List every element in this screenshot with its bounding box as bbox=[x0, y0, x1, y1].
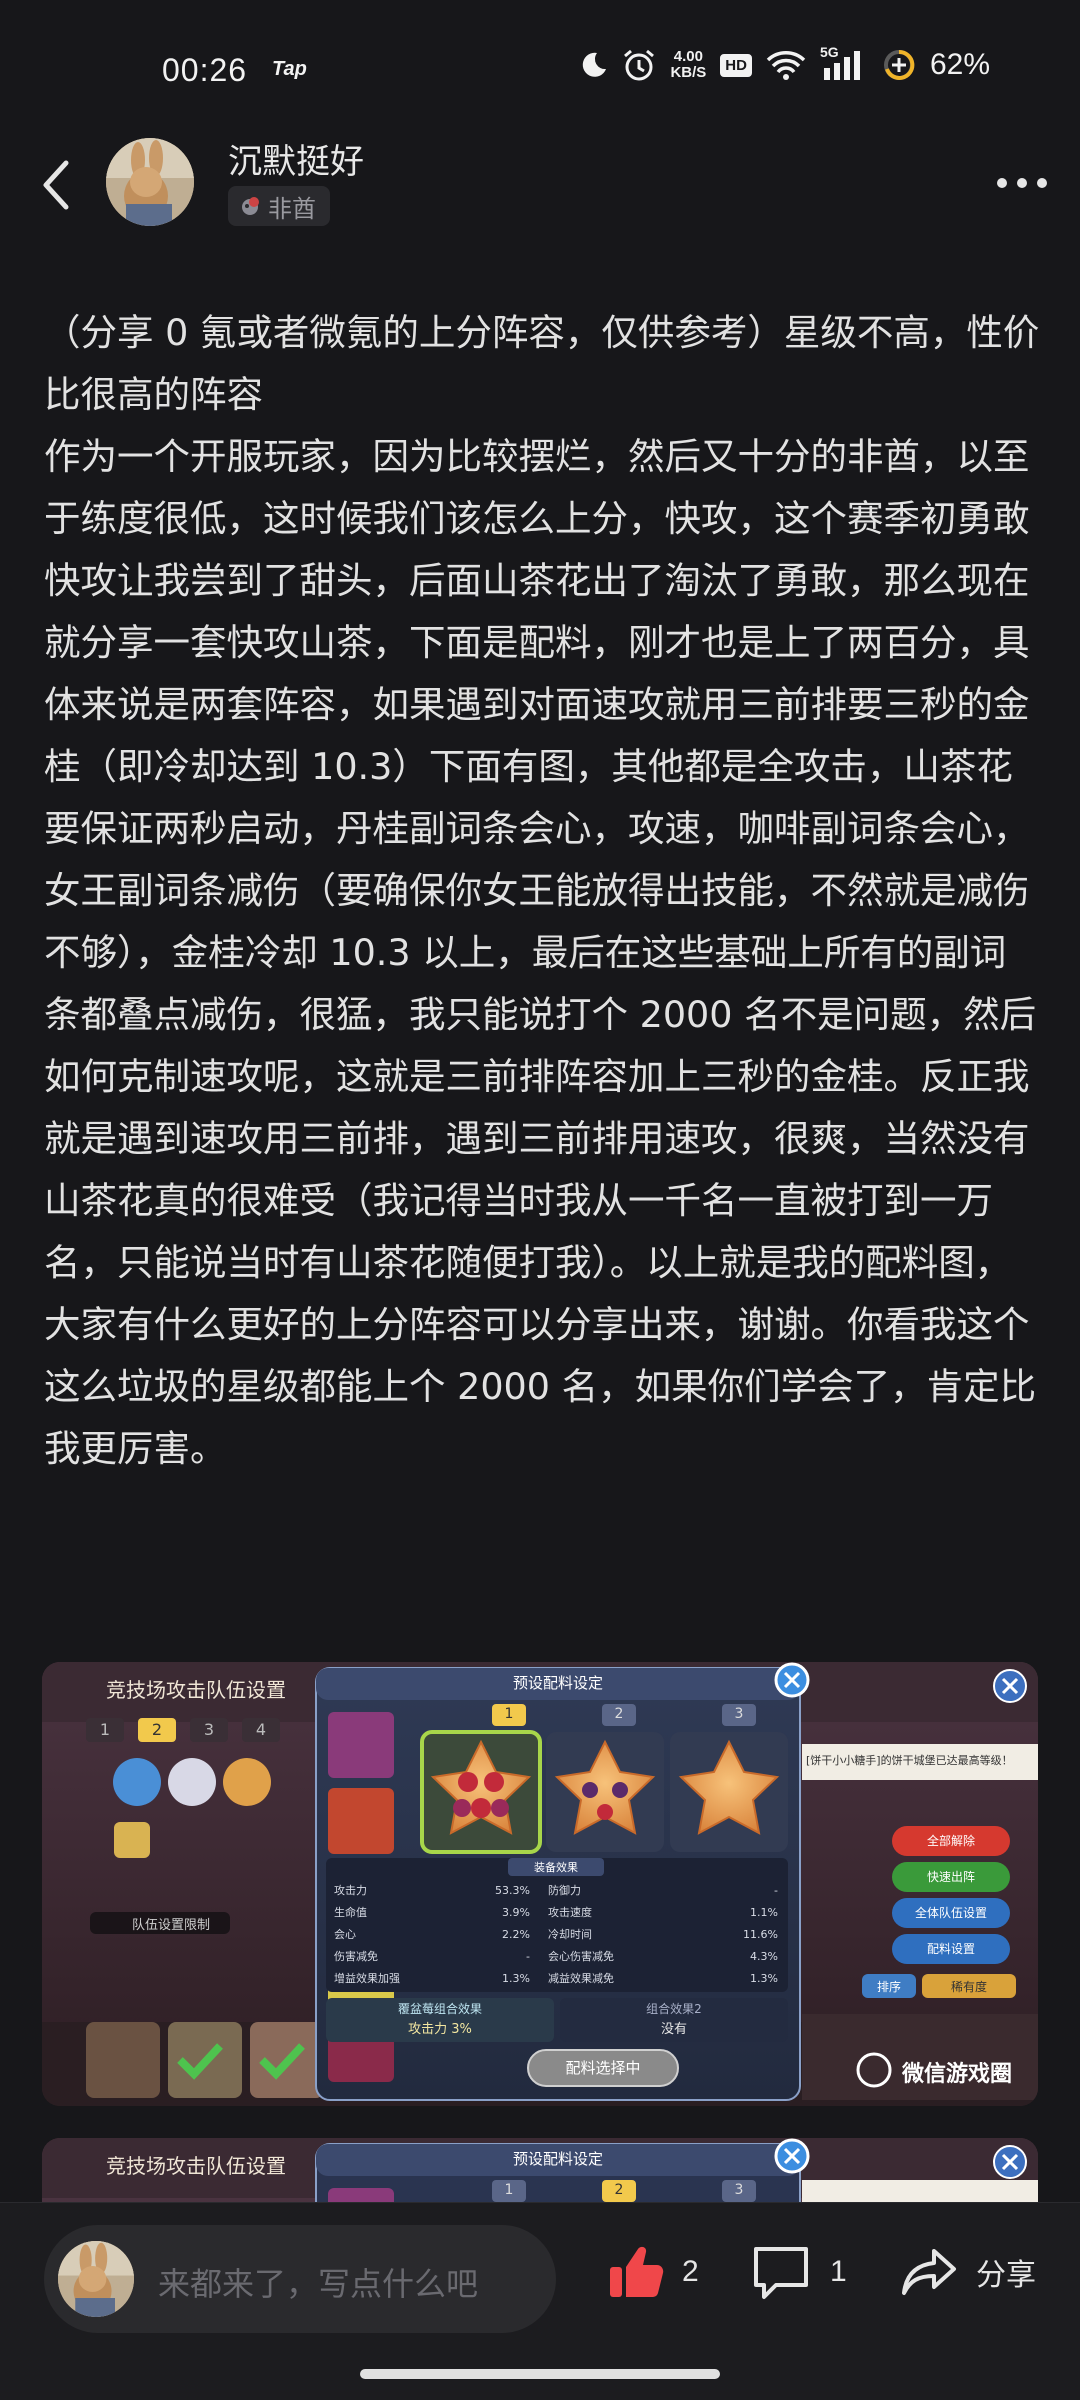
stat-row: 会心 2.2% 冷却时间 11.6% bbox=[334, 1928, 778, 1941]
thumbs-up-icon bbox=[610, 2246, 664, 2297]
share-icon bbox=[902, 2249, 956, 2295]
combo2-value: 没有 bbox=[660, 2022, 687, 2037]
alarm-icon bbox=[624, 49, 655, 81]
like-count: 2 bbox=[682, 2255, 699, 2288]
moon-icon bbox=[583, 52, 607, 77]
status-bar: 00:26 Tap 4.00 KB/S HD 5G 62% bbox=[0, 0, 1080, 130]
dialog-title: 预设配料设定 bbox=[512, 1674, 603, 1692]
badge-label: 非酋 bbox=[268, 194, 316, 223]
author-name[interactable]: 沉默挺好 bbox=[228, 134, 364, 183]
team-tab-1[interactable]: 1 bbox=[86, 1718, 124, 1742]
watermark: 微信游戏圈 bbox=[902, 2062, 1013, 2087]
battery-icon bbox=[883, 49, 915, 80]
signal-icon: 5G bbox=[820, 44, 868, 82]
team-tab-4[interactable]: 4 bbox=[242, 1718, 280, 1742]
dialog-title: 预设配料设定 bbox=[512, 2150, 603, 2168]
bottom-action-bar: 来都来了，写点什么吧 2 1 分享 bbox=[0, 2202, 1080, 2400]
comment-count: 1 bbox=[830, 2255, 847, 2288]
team-tab-3[interactable]: 3 bbox=[190, 1718, 228, 1742]
battery-level: 62% bbox=[929, 48, 990, 81]
team-limit-label: 队伍设置限制 bbox=[132, 1918, 211, 1933]
effects-title: 装备效果 bbox=[534, 1861, 578, 1874]
unequip-all-button[interactable]: 全部解除 bbox=[892, 1832, 1010, 1849]
stat-row: 伤害减免 - 会心伤害减免 4.3% bbox=[334, 1950, 778, 1963]
slot-tab-1[interactable]: 1 bbox=[492, 1706, 526, 1722]
post-body: （分享 0 氪或者微氪的上分阵容，仅供参考）星级不高，性价比很高的阵容 作为一个… bbox=[44, 311, 1040, 1470]
hd-icon: HD bbox=[720, 53, 752, 77]
home-indicator[interactable] bbox=[360, 2369, 720, 2379]
like-button[interactable]: 2 bbox=[606, 2243, 699, 2301]
share-button[interactable]: 分享 bbox=[900, 2243, 1036, 2301]
author-badge: 非酋 bbox=[228, 186, 330, 226]
status-icons: 4.00 KB/S HD 5G 62% bbox=[578, 44, 990, 82]
back-arrow-icon[interactable] bbox=[36, 155, 76, 215]
slot-tab-1[interactable]: 1 bbox=[492, 2182, 526, 2198]
tap-app-indicator: Tap bbox=[272, 58, 307, 80]
my-avatar bbox=[58, 2241, 134, 2317]
slot-tab-2[interactable]: 2 bbox=[602, 2182, 636, 2198]
post-header: 沉默挺好 非酋 bbox=[0, 130, 1080, 250]
stat-row: 增益效果加强 1.3% 减益效果减免 1.3% bbox=[334, 1972, 778, 1985]
comment-input[interactable]: 来都来了，写点什么吧 bbox=[44, 2225, 556, 2333]
status-time: 00:26 bbox=[162, 52, 248, 88]
network-speed: 4.00 KB/S bbox=[670, 48, 707, 81]
notice-text: [饼干小小糖手]的饼干城堡已达最高等级！ bbox=[806, 1754, 1013, 1767]
share-label: 分享 bbox=[976, 2258, 1036, 2293]
stats-table: 攻击力 53.3% 防御力 - 生命值 3.9% 攻击速度 1.1% 会心 2.2% 冷却时间 1… bbox=[334, 1880, 782, 1990]
combo1-title: 覆盆莓组合效果 bbox=[397, 2002, 482, 2016]
comment-icon bbox=[754, 2247, 808, 2299]
slot-tab-2[interactable]: 2 bbox=[602, 1706, 636, 1722]
sort-button[interactable]: 排序 bbox=[862, 1978, 916, 1995]
select-ingredients-button[interactable]: 配料选择中 bbox=[528, 2057, 678, 2078]
slot-tab-3[interactable]: 3 bbox=[722, 1706, 756, 1722]
bg-title: 竞技场攻击队伍设置 bbox=[106, 1678, 286, 1702]
author-avatar[interactable] bbox=[106, 138, 194, 226]
slot-tab-3[interactable]: 3 bbox=[722, 2182, 756, 2198]
post-image-1[interactable]: 竞技场攻击队伍设置 1 2 3 4 队伍设置限制 预设配料设定 1 2 3 装备… bbox=[42, 1662, 1038, 2106]
rarity-dropdown[interactable]: 稀有度 bbox=[922, 1978, 1016, 1995]
stat-row: 生命值 3.9% 攻击速度 1.1% bbox=[334, 1906, 778, 1919]
team-tab-2[interactable]: 2 bbox=[138, 1718, 176, 1742]
comment-placeholder: 来都来了，写点什么吧 bbox=[158, 2265, 479, 2303]
all-team-setup-button[interactable]: 全体队伍设置 bbox=[892, 1904, 1010, 1921]
combo2-title: 组合效果2 bbox=[646, 2002, 702, 2016]
ingredient-setup-button[interactable]: 配料设置 bbox=[892, 1940, 1010, 1957]
bg-title: 竞技场攻击队伍设置 bbox=[106, 2154, 286, 2178]
combo1-value: 攻击力 3% bbox=[408, 2022, 472, 2037]
quick-deploy-button[interactable]: 快速出阵 bbox=[892, 1868, 1010, 1885]
wifi-icon bbox=[766, 51, 806, 80]
comment-button[interactable]: 1 bbox=[750, 2243, 847, 2301]
stat-row: 攻击力 53.3% 防御力 - bbox=[334, 1884, 778, 1897]
team-tabs: 1 2 3 4 bbox=[86, 1718, 280, 1742]
more-options-icon[interactable] bbox=[992, 168, 1052, 198]
badge-icon bbox=[242, 197, 259, 215]
